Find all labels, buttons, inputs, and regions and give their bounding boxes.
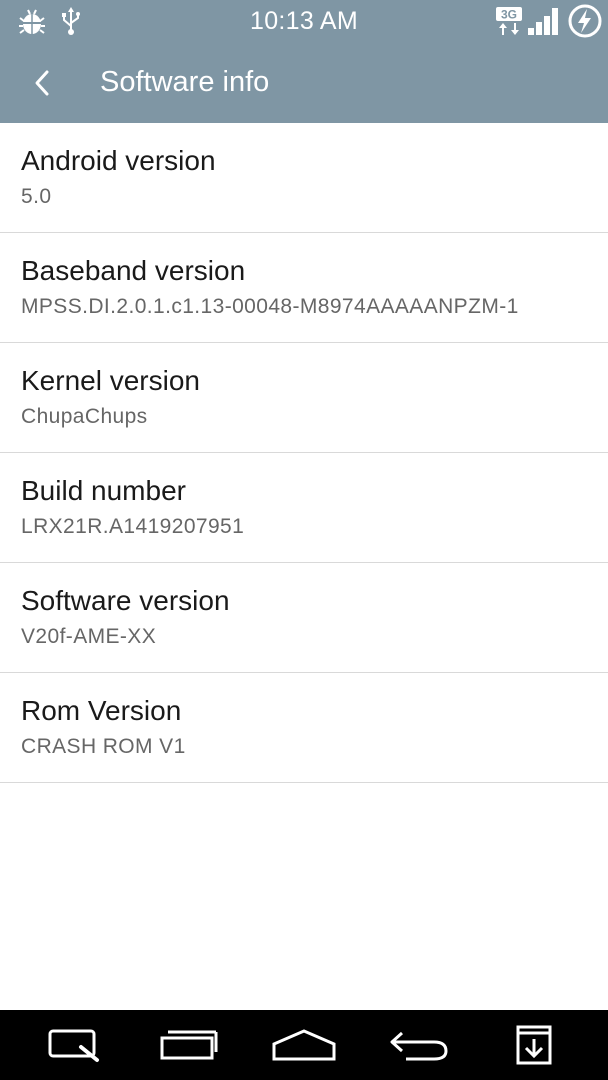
header: 10:13 AM 3G Software info <box>0 0 608 123</box>
list-item-android-version[interactable]: Android version 5.0 <box>0 123 608 233</box>
navigation-bar <box>0 1010 608 1080</box>
chevron-left-icon <box>35 70 49 96</box>
item-value: 5.0 <box>21 185 52 208</box>
3g-data-icon: 3G <box>496 7 522 35</box>
list-item-build-number[interactable]: Build number LRX21R.A1419207951 <box>0 453 608 563</box>
action-bar: Software info <box>0 44 608 123</box>
battery-charging-icon <box>568 4 602 38</box>
page-title: Software info <box>100 66 270 98</box>
qslide-button[interactable] <box>34 1010 114 1080</box>
item-title: Software version <box>21 585 230 616</box>
back-nav-button[interactable] <box>379 1010 459 1080</box>
list-item-kernel-version[interactable]: Kernel version ChupaChups <box>0 343 608 453</box>
item-title: Build number <box>21 475 186 506</box>
item-value: CRASH ROM V1 <box>21 735 186 758</box>
notification-pull-button[interactable] <box>494 1010 574 1080</box>
status-bar: 10:13 AM 3G <box>0 0 608 44</box>
recents-button[interactable] <box>149 1010 229 1080</box>
item-value: V20f-AME-XX <box>21 625 157 648</box>
list-item-rom-version[interactable]: Rom Version CRASH ROM V1 <box>0 673 608 783</box>
qslide-icon <box>48 1029 99 1062</box>
recents-icon <box>160 1030 218 1060</box>
back-button[interactable] <box>16 58 70 108</box>
item-value: MPSS.DI.2.0.1.c1.13-00048-M8974AAAAANPZM… <box>21 295 519 318</box>
item-title: Kernel version <box>21 365 200 396</box>
network-label: 3G <box>501 8 517 22</box>
item-title: Baseband version <box>21 255 246 286</box>
home-icon <box>272 1029 336 1061</box>
item-title: Android version <box>21 145 216 176</box>
item-title: Rom Version <box>21 695 182 726</box>
back-icon <box>390 1031 448 1061</box>
signal-strength-icon <box>528 8 558 35</box>
notification-pull-icon <box>516 1025 552 1065</box>
item-value: LRX21R.A1419207951 <box>21 515 245 538</box>
item-value: ChupaChups <box>21 405 148 428</box>
list-item-baseband-version[interactable]: Baseband version MPSS.DI.2.0.1.c1.13-000… <box>0 233 608 343</box>
list-item-software-version[interactable]: Software version V20f-AME-XX <box>0 563 608 673</box>
home-button[interactable] <box>264 1010 344 1080</box>
software-info-list: Android version 5.0 Baseband version MPS… <box>0 123 608 783</box>
